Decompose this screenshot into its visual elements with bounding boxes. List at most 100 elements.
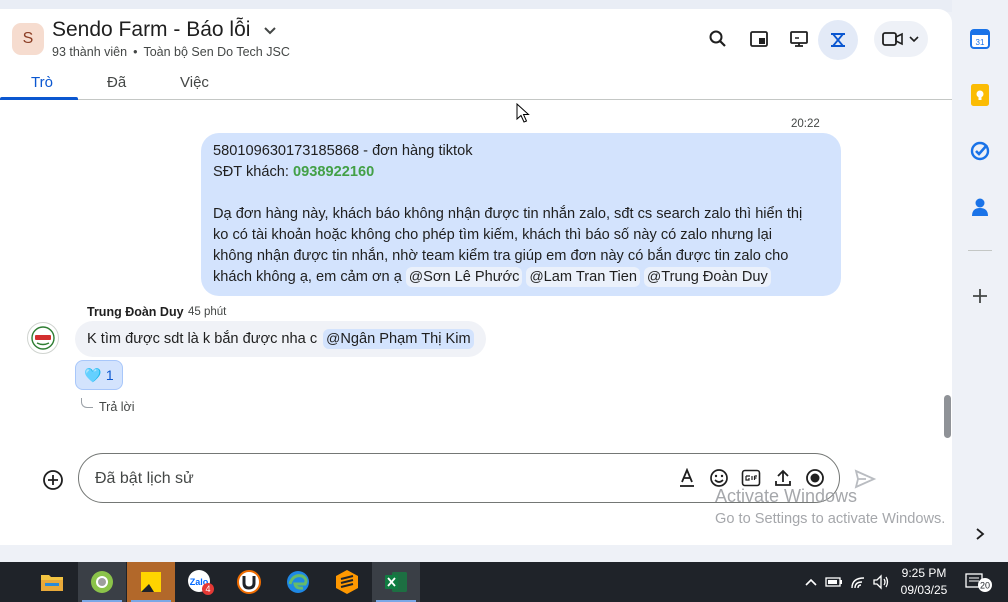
search-icon — [709, 30, 726, 47]
tasks-app[interactable] — [969, 140, 991, 162]
notification-center-icon[interactable]: 20 — [964, 571, 994, 593]
thread-connector — [81, 398, 93, 408]
plus-icon — [973, 289, 987, 303]
active-tab-indicator — [0, 97, 78, 100]
scrollbar-thumb[interactable] — [944, 395, 951, 438]
search-button[interactable] — [706, 27, 730, 51]
tab-chat[interactable]: Trò — [31, 74, 53, 91]
message-timestamp: 20:22 — [791, 118, 820, 130]
video-camera-icon — [882, 32, 903, 46]
phone-number[interactable]: 0938922160 — [293, 164, 374, 180]
chevron-down-icon — [909, 36, 919, 43]
taskbar-edge[interactable] — [274, 562, 322, 602]
tray-wifi[interactable] — [849, 572, 869, 592]
record-icon — [806, 469, 824, 487]
meet-button[interactable] — [874, 21, 928, 57]
separator: • — [133, 45, 138, 59]
side-divider — [968, 250, 992, 251]
activate-windows-subtitle: Go to Settings to activate Windows. — [715, 511, 946, 527]
pop-out-button[interactable] — [747, 27, 771, 51]
tab-shared[interactable]: Đã — [107, 74, 126, 91]
expand-panel-button[interactable] — [969, 523, 991, 545]
heart-emoji-icon: 🩵 — [84, 366, 102, 383]
battery-icon — [825, 577, 842, 587]
space-org: Toàn bộ Sen Do Tech JSC — [143, 45, 290, 59]
space-title[interactable]: Sendo Farm - Báo lỗi — [52, 18, 250, 42]
message-input[interactable] — [95, 466, 655, 492]
tab-tasks[interactable]: Việc — [180, 74, 209, 91]
message-text: khách không ạ, em cảm ơn ạ — [213, 269, 402, 285]
taskbar-excel[interactable] — [372, 562, 420, 602]
text-format-icon — [680, 468, 694, 487]
reply-message-bubble[interactable]: K tìm được sdt là k bắn được nha c @Ngân… — [75, 321, 486, 357]
at-icon: @ — [529, 268, 544, 284]
tray-battery[interactable] — [824, 572, 844, 592]
format-text-button[interactable] — [676, 467, 698, 489]
taskbar-sublime[interactable] — [323, 562, 371, 602]
space-avatar[interactable]: S — [12, 23, 44, 55]
tasks-icon — [970, 141, 990, 161]
present-screen-icon — [790, 31, 808, 47]
sendo-logo-icon — [31, 326, 55, 350]
clock-date: 09/03/25 — [900, 583, 948, 597]
emoji-icon — [710, 469, 728, 487]
zalo-badge: 4 — [205, 584, 210, 594]
taskbar-file-explorer[interactable] — [28, 562, 76, 602]
mention-name: Lam Tran Tien — [543, 269, 637, 285]
tray-volume[interactable] — [871, 572, 891, 592]
mention-name: Sơn Lê Phước — [423, 269, 520, 285]
folder-icon — [41, 575, 63, 591]
zalo-icon: Zalo4 — [188, 570, 214, 595]
edge-icon — [287, 571, 309, 593]
phone-label: SĐT khách: — [213, 164, 294, 180]
mention-name: Trung Đoàn Duy — [661, 269, 768, 285]
taskbar-clock[interactable]: 9:25 PM 09/03/25 — [896, 565, 952, 599]
at-icon: @ — [647, 268, 662, 284]
taskbar-zalo[interactable]: Zalo 4 — [176, 562, 224, 602]
sender-avatar[interactable] — [27, 322, 59, 354]
taskbar-ultraviewer[interactable] — [225, 562, 273, 602]
reaction-count: 1 — [105, 367, 114, 383]
space-details-button[interactable] — [818, 20, 858, 60]
contacts-app[interactable] — [969, 196, 991, 218]
taskbar-chrome[interactable] — [78, 562, 126, 602]
taskbar-sticky-notes[interactable] — [127, 562, 175, 602]
keep-app[interactable] — [969, 84, 991, 106]
mention-chip[interactable]: @Sơn Lê Phước — [405, 267, 523, 287]
message-text: K tìm được sdt là k bắn được nha c — [87, 331, 318, 347]
clock-time: 9:25 PM — [901, 566, 947, 580]
tray-show-hidden[interactable] — [801, 572, 821, 592]
message-line: ko có tài khoản hoặc không cho phép tìm … — [213, 227, 773, 243]
mention-name: Ngân Phạm Thị Kim — [340, 331, 471, 347]
chat-panel: S Sendo Farm - Báo lỗi 93 thành viên • Toà… — [0, 9, 952, 545]
get-addons-button[interactable] — [969, 285, 991, 307]
reaction-chip[interactable]: 🩵 1 — [75, 360, 123, 390]
message-line: khách không ạ, em cảm ơn ạ @Sơn Lê Phước… — [213, 267, 829, 288]
own-message-bubble[interactable]: 580109630173185868 - đơn hàng tiktok SĐT… — [201, 133, 841, 296]
mouse-cursor-icon — [516, 103, 530, 123]
add-attachment-icon[interactable] — [42, 469, 64, 491]
at-icon: @ — [408, 268, 424, 284]
svg-text:31: 31 — [976, 38, 985, 47]
remote-desktop-icon — [237, 570, 261, 594]
sender-name[interactable]: Trung Đoàn Duy — [87, 305, 184, 319]
reply-link[interactable]: Trả lời — [99, 400, 135, 414]
sublime-text-icon — [336, 570, 358, 594]
tasks-panel-icon — [831, 33, 845, 47]
member-count[interactable]: 93 thành viên — [52, 45, 127, 59]
mention-chip[interactable]: @Trung Đoàn Duy — [644, 267, 771, 287]
keep-icon — [971, 84, 989, 106]
windows-taskbar: Zalo 4 9:25 PM 09/03/25 20 — [0, 562, 1008, 602]
present-button[interactable] — [787, 27, 811, 51]
task-view-button[interactable] — [0, 562, 12, 602]
calendar-app[interactable]: 31 — [969, 28, 991, 50]
picture-in-picture-icon — [750, 31, 768, 47]
contacts-icon — [972, 198, 988, 216]
sticky-notes-icon — [141, 572, 161, 592]
mention-chip[interactable]: @Lam Tran Tien — [526, 267, 640, 287]
mention-chip[interactable]: @Ngân Phạm Thị Kim — [323, 329, 474, 349]
chevron-down-icon[interactable] — [262, 22, 278, 38]
at-icon: @ — [326, 330, 341, 346]
message-line: không nhận được tin nhắn, nhờ team kiểm … — [213, 248, 789, 264]
chrome-profile-icon — [91, 571, 113, 593]
